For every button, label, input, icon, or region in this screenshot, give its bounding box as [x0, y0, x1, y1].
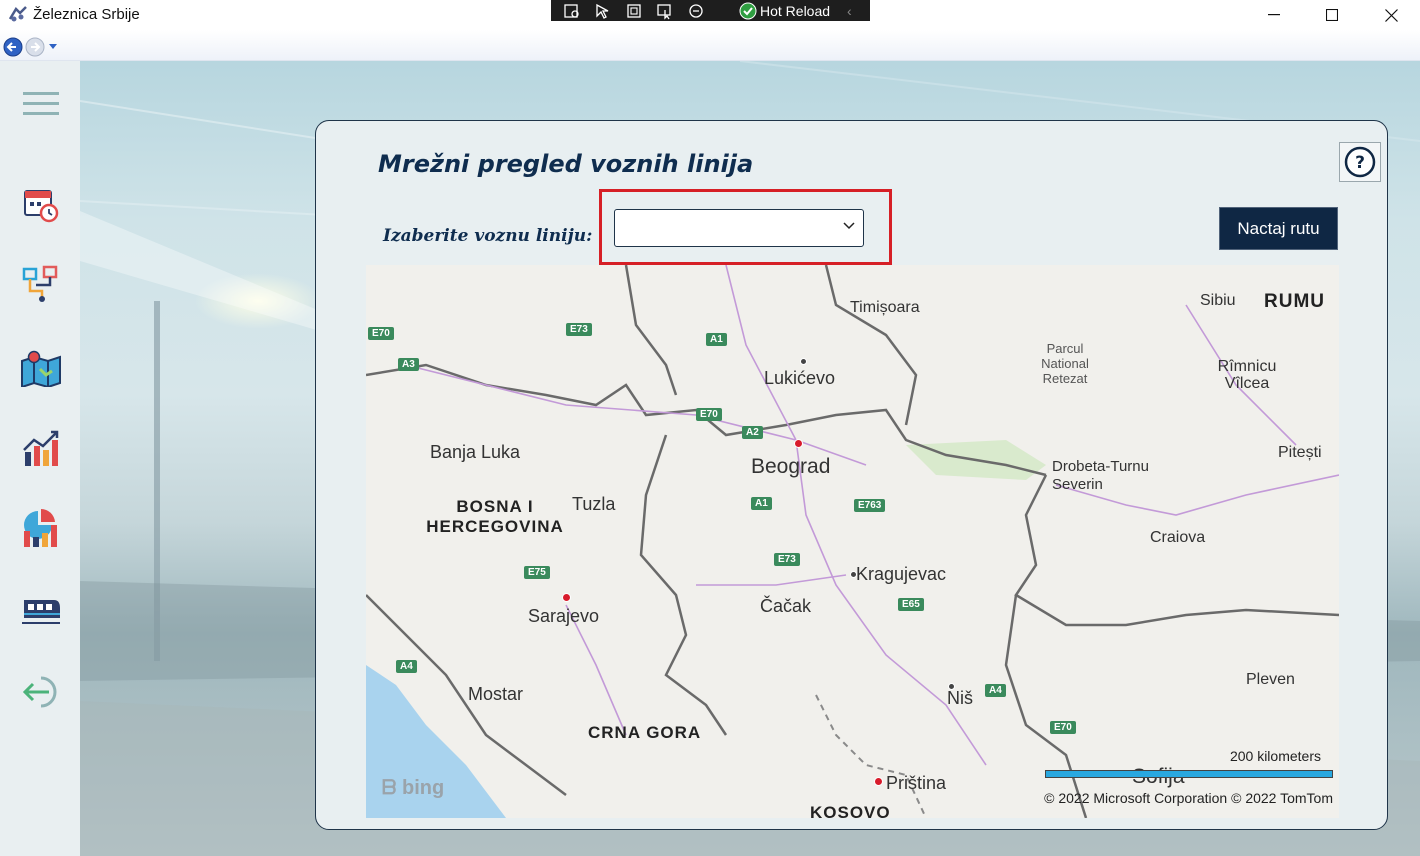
- map-city-label: Kragujevac: [856, 564, 947, 584]
- map-country-label: BOSNA I HERCEGOVINA: [426, 497, 564, 536]
- xaml-debug-toolbar: Hot Reload ‹: [551, 0, 870, 21]
- road-shield: E70: [368, 327, 394, 340]
- map-city-label: Čačak: [760, 596, 812, 616]
- sidebar-item-map[interactable]: [20, 347, 62, 389]
- sidebar-item-routes[interactable]: [20, 263, 62, 305]
- draw-route-button[interactable]: Nactaj rutu: [1219, 207, 1338, 250]
- route-select-label: Izaberite voznu liniju:: [383, 226, 593, 246]
- collapse-chevron-icon[interactable]: ‹: [847, 3, 852, 19]
- back-arrow-icon[interactable]: [3, 37, 23, 57]
- city-marker: [874, 777, 883, 786]
- sidebar-item-reports[interactable]: [20, 507, 62, 549]
- bing-logo: ᗷ bing: [382, 777, 444, 800]
- page-title: Mrežni pregled voznih linija: [378, 150, 754, 178]
- sidebar-item-trains[interactable]: [20, 589, 62, 631]
- map-city-label: Lukićevo: [764, 368, 836, 388]
- road-shield: A1: [751, 497, 772, 510]
- layout-adorners-icon[interactable]: [624, 2, 644, 20]
- map-park-label: Parcul National Retezat: [1041, 341, 1089, 386]
- bar-chart-icon: [23, 430, 59, 466]
- title-bar: Železnica Srbije Hot Reload ‹: [0, 0, 1420, 30]
- chevron-down-icon: [843, 222, 855, 230]
- svg-text:?: ?: [1355, 153, 1365, 173]
- check-icon: [739, 2, 757, 19]
- road-shield: E70: [696, 408, 722, 421]
- road-shield: E65: [898, 598, 924, 611]
- hamburger-menu-icon: [23, 92, 59, 115]
- map-city-label: Sibiu: [1200, 292, 1236, 309]
- maximize-button[interactable]: [1303, 0, 1361, 30]
- map-pin-icon: [21, 350, 61, 387]
- road-shield: E70: [1050, 721, 1076, 734]
- train-icon: [22, 600, 60, 624]
- forward-arrow-icon[interactable]: [25, 37, 45, 57]
- town-marker: [800, 358, 807, 365]
- track-focus-icon[interactable]: [655, 2, 675, 20]
- map-city-label: Mostar: [468, 684, 524, 704]
- binding-failures-icon[interactable]: [686, 2, 706, 20]
- map-city-label: Timișoara: [850, 299, 920, 316]
- map-city-label: Niš: [947, 688, 973, 708]
- help-button[interactable]: ?: [1339, 142, 1381, 182]
- map-city-label: Craiova: [1150, 529, 1206, 546]
- map-city-label: Pitești: [1278, 444, 1322, 461]
- road-shield: E73: [774, 553, 800, 566]
- sidebar-item-statistics[interactable]: [20, 427, 62, 469]
- road-shield: A4: [985, 684, 1006, 697]
- map-city-label: Tuzla: [572, 494, 616, 514]
- map-city-label: Priština: [886, 773, 947, 793]
- maximize-icon: [1326, 9, 1338, 21]
- city-marker: [562, 593, 571, 602]
- calendar-clock-icon: [24, 190, 59, 223]
- map-country-label: CRNA GORA: [588, 723, 702, 742]
- pie-chart-icon: [24, 508, 57, 547]
- map-city-label: Pleven: [1246, 671, 1295, 688]
- map-copyright: © 2022 Microsoft Corporation © 2022 TomT…: [1044, 790, 1333, 806]
- sidebar-item-logout[interactable]: [20, 671, 62, 713]
- bing-label: bing: [402, 777, 445, 799]
- road-shield: E73: [566, 323, 592, 336]
- history-dropdown-icon[interactable]: [49, 44, 57, 50]
- map-scale-label: 200 kilometers: [1229, 748, 1321, 764]
- hot-reload-label: Hot Reload: [760, 2, 831, 19]
- window-title: Železnica Srbije: [33, 6, 140, 23]
- help-icon: ?: [1344, 146, 1376, 178]
- road-shield: A1: [706, 333, 727, 346]
- bing-icon: ᗷ: [382, 777, 397, 799]
- road-shield: E75: [524, 566, 550, 579]
- minimize-button[interactable]: [1245, 0, 1303, 30]
- map-country-label: RUMU: [1264, 291, 1325, 312]
- map-view[interactable]: E70 E73 A1 A3 E70 A2 A1 E763 E73 E75 E65…: [366, 265, 1339, 818]
- road-shield: A3: [398, 358, 419, 371]
- map-city-label: Sarajevo: [528, 606, 600, 626]
- sidebar-item-menu[interactable]: [20, 83, 62, 125]
- close-button[interactable]: [1362, 0, 1420, 30]
- road-shield: A4: [396, 660, 417, 673]
- minimize-icon: [1268, 14, 1280, 16]
- main-panel: Mrežni pregled voznih linija ? Izaberite…: [315, 120, 1388, 830]
- road-shield: E763: [854, 499, 886, 512]
- map-city-label: Rîmnicu Vîlcea: [1217, 358, 1277, 392]
- select-element-icon[interactable]: [593, 2, 613, 20]
- road-shield: A2: [742, 426, 763, 439]
- sidebar-item-schedule[interactable]: [20, 183, 62, 225]
- city-marker: [794, 439, 803, 448]
- sidebar: [0, 61, 80, 856]
- route-select[interactable]: [614, 209, 864, 247]
- close-icon: [1384, 8, 1398, 22]
- map-country-label: KOSOVO: [810, 803, 891, 818]
- app-logo-icon: [8, 6, 27, 22]
- map-city-label: Beograd: [751, 455, 831, 478]
- live-tree-icon[interactable]: [562, 2, 582, 20]
- map-scale-bar: [1045, 770, 1333, 778]
- map-city-label: Banja Luka: [430, 442, 521, 462]
- logout-icon: [22, 676, 57, 708]
- route-path-icon: [22, 265, 58, 302]
- map-city-label: Drobeta-Turnu Severin: [1052, 458, 1149, 493]
- hot-reload-indicator[interactable]: Hot Reload ‹: [739, 0, 852, 21]
- navigation-bar: [0, 30, 1420, 61]
